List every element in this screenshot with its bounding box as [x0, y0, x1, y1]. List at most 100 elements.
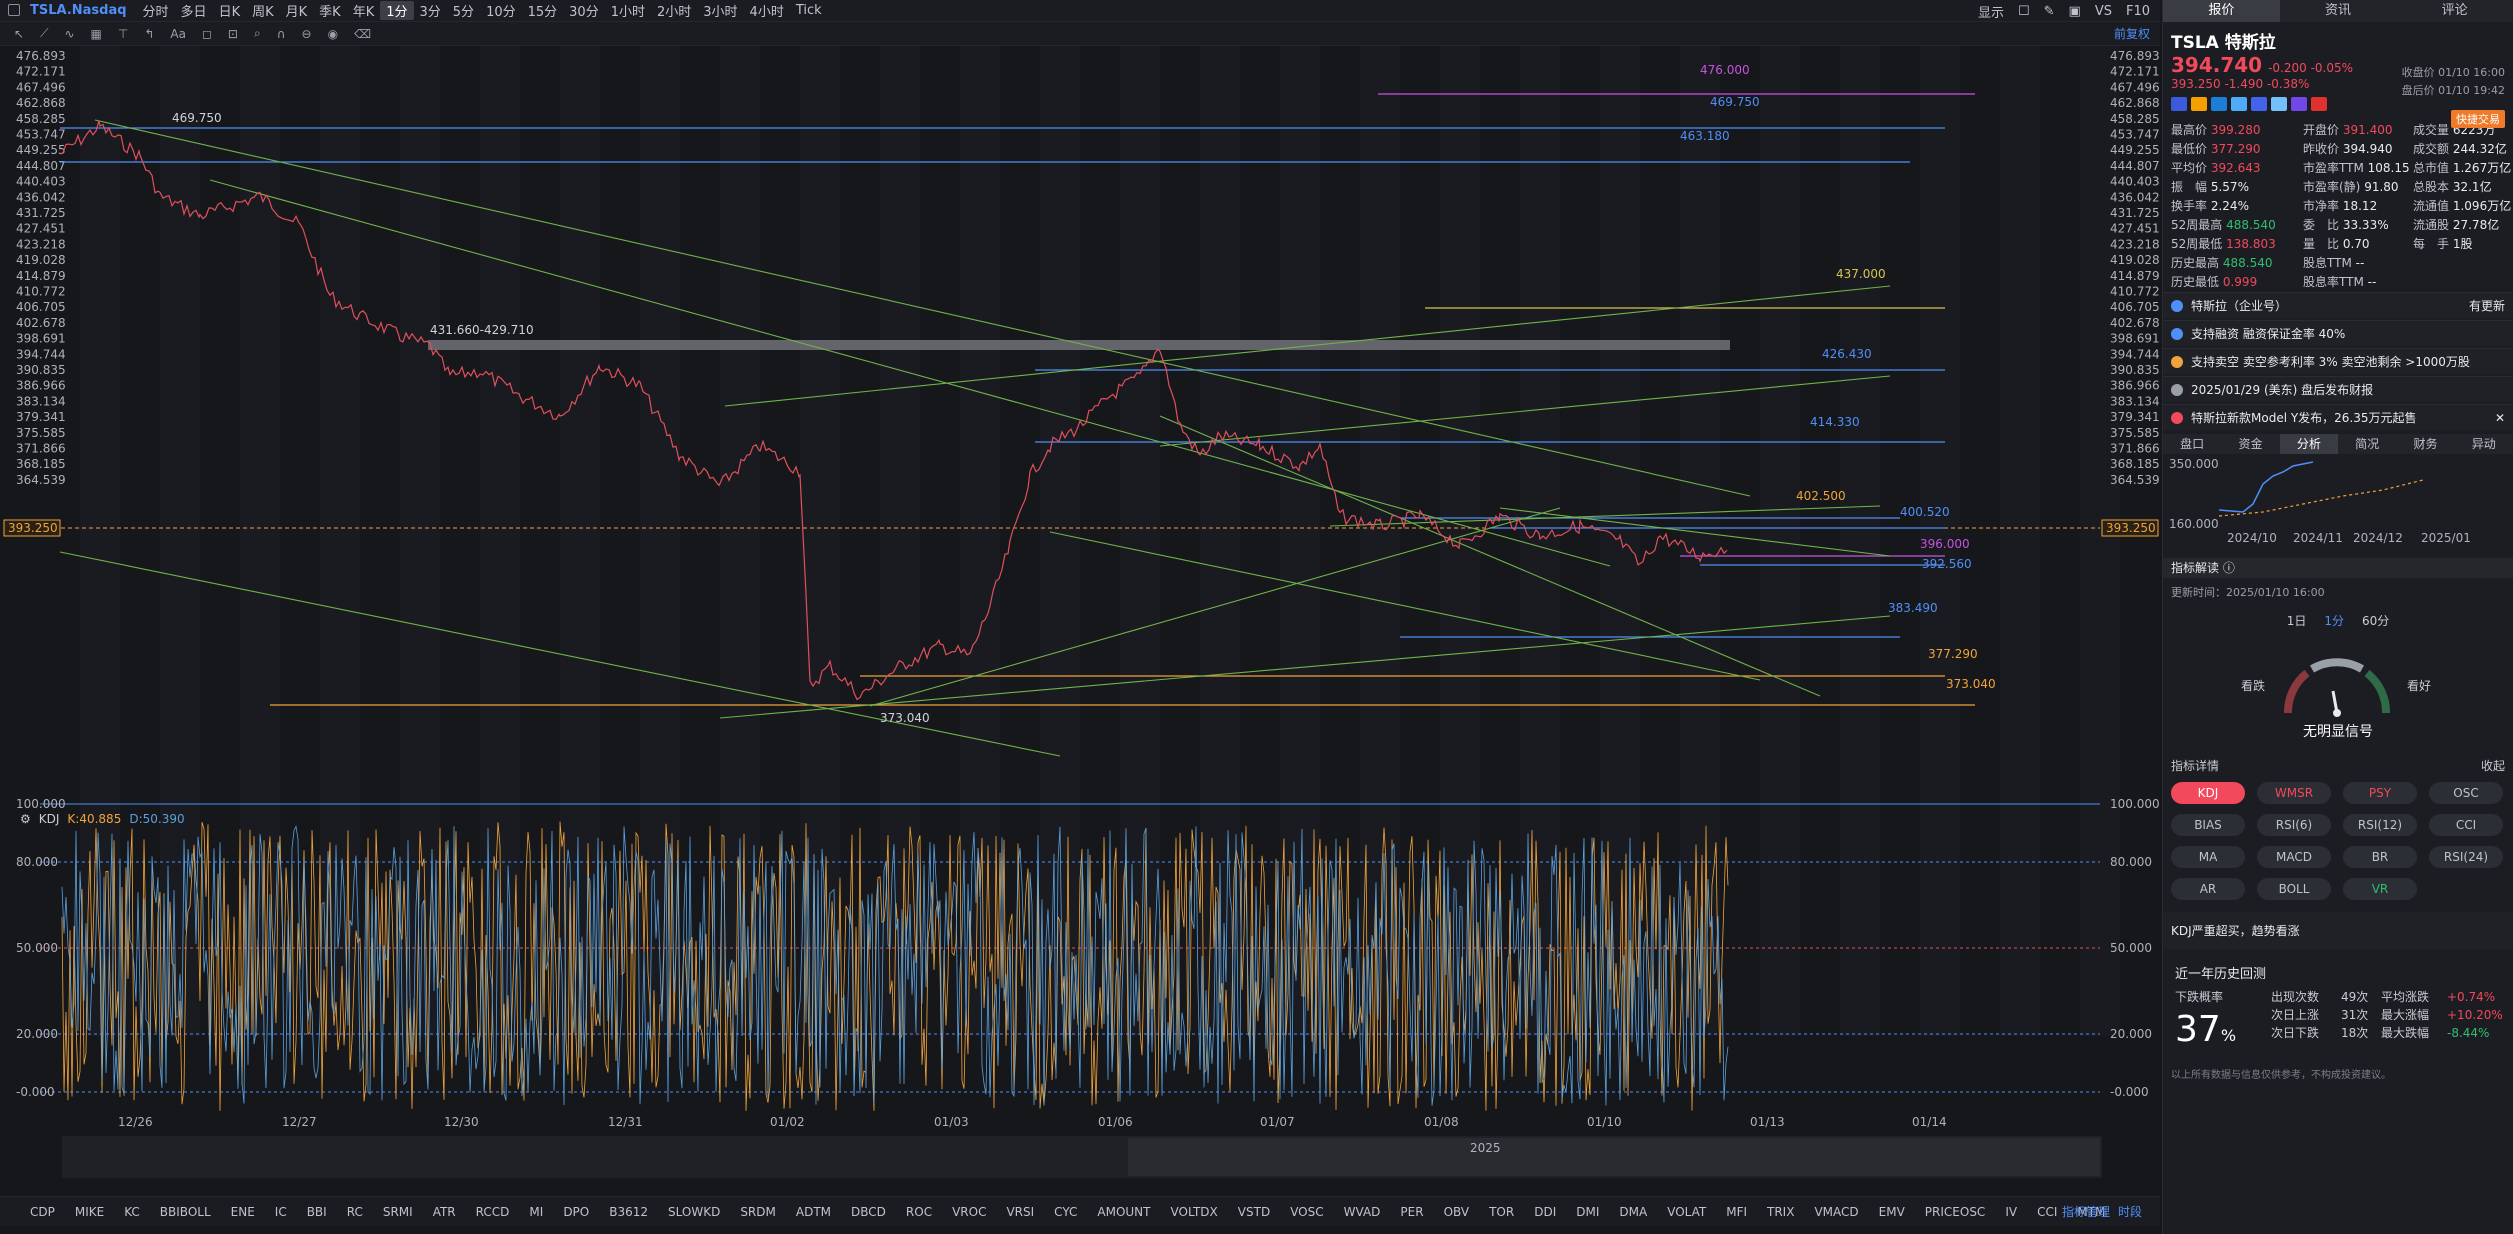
price-annotation[interactable]: 469.750	[172, 111, 222, 125]
info-line[interactable]: 支持卖空 卖空参考利率 3% 卖空池剩余 >1000万股	[2163, 348, 2513, 374]
price-annotation[interactable]: 476.000	[1700, 63, 1750, 77]
adjust-dropdown[interactable]: 前复权	[2114, 25, 2150, 42]
tab-quote[interactable]: 报价	[2163, 0, 2280, 22]
indicator-roc[interactable]: ROC	[896, 1205, 942, 1219]
indicator-cdp[interactable]: CDP	[20, 1205, 65, 1219]
magnet-icon[interactable]: ∩	[277, 27, 286, 41]
tf-intraday[interactable]: 分时	[137, 1, 175, 20]
tf-30min[interactable]: 30分	[563, 1, 605, 20]
indicator-ic[interactable]: IC	[265, 1205, 297, 1219]
indicator-button-macd[interactable]: MACD	[2257, 846, 2331, 868]
price-annotation[interactable]: 431.660-429.710	[430, 323, 534, 337]
indicator-dmi[interactable]: DMI	[1566, 1205, 1609, 1219]
indicator-adtm[interactable]: ADTM	[786, 1205, 841, 1219]
tf-3h[interactable]: 3小时	[697, 1, 743, 20]
tf-10min[interactable]: 10分	[480, 1, 522, 20]
chart-area[interactable]: 476.893 476.893 472.171 472.171 467.496 467.4…	[0, 46, 2160, 1184]
tf-tick[interactable]: Tick	[790, 3, 828, 18]
price-annotation[interactable]: 426.430	[1822, 347, 1872, 361]
camera-icon[interactable]: ▣	[2069, 4, 2081, 19]
arrow-tool-icon[interactable]: ↰	[144, 27, 154, 41]
indicator-bbiboll[interactable]: BBIBOLL	[150, 1205, 221, 1219]
indicator-mfi[interactable]: MFI	[1716, 1205, 1757, 1219]
indicator-button-kdj[interactable]: KDJ	[2171, 782, 2245, 804]
grid-tool-icon[interactable]: ▦	[91, 27, 102, 41]
indicator-ddi[interactable]: DDI	[1524, 1205, 1566, 1219]
info-line[interactable]: 特斯拉（企业号） 有更新	[2163, 292, 2513, 318]
indicator-cyc[interactable]: CYC	[1044, 1205, 1087, 1219]
indicator-srmi[interactable]: SRMI	[373, 1205, 423, 1219]
tf-5min[interactable]: 5分	[447, 1, 480, 20]
subtab[interactable]: 简况	[2338, 434, 2396, 454]
comment-icon[interactable]: ◻	[202, 27, 212, 41]
info-line[interactable]: 特斯拉新款Model Y发布，26.35万元起售 ✕	[2163, 404, 2513, 430]
tf-multiday[interactable]: 多日	[175, 1, 213, 20]
indicator-priceosc[interactable]: PRICEOSC	[1915, 1205, 1996, 1219]
indicator-dbcd[interactable]: DBCD	[841, 1205, 896, 1219]
subtab[interactable]: 盘口	[2163, 434, 2221, 454]
indicator-dma[interactable]: DMA	[1609, 1205, 1657, 1219]
tf-quarter[interactable]: 季K	[313, 1, 347, 20]
indicator-slowkd[interactable]: SLOWKD	[658, 1205, 730, 1219]
price-annotation[interactable]: 469.750	[1710, 95, 1760, 109]
price-annotation[interactable]: 396.000	[1920, 537, 1970, 551]
trash-icon[interactable]: ⌫	[354, 27, 371, 41]
indicator-bbi[interactable]: BBI	[297, 1205, 337, 1219]
tf-1min[interactable]: 1分	[380, 1, 414, 20]
cursor-icon[interactable]: ↖	[14, 27, 24, 41]
line-tool-icon[interactable]: ⟋	[40, 26, 48, 41]
price-annotation[interactable]: 463.180	[1680, 129, 1730, 143]
help-icon[interactable]: ⓘ	[2223, 561, 2235, 575]
indicator-vstd[interactable]: VSTD	[1228, 1205, 1280, 1219]
indicator-obv[interactable]: OBV	[1434, 1205, 1480, 1219]
tf-day[interactable]: 日K	[213, 1, 247, 20]
indicator-ene[interactable]: ENE	[221, 1205, 265, 1219]
subtab[interactable]: 异动	[2455, 434, 2513, 454]
indicator-button-br[interactable]: BR	[2343, 846, 2417, 868]
tf-15min[interactable]: 15分	[522, 1, 564, 20]
collapse-button[interactable]: 收起	[2481, 757, 2505, 774]
indicator-dpo[interactable]: DPO	[553, 1205, 599, 1219]
tf-year[interactable]: 年K	[347, 1, 381, 20]
price-annotation[interactable]: 414.330	[1810, 415, 1860, 429]
indicator-button-vr[interactable]: VR	[2343, 878, 2417, 900]
tab-comments[interactable]: 评论	[2396, 0, 2513, 22]
indicator-mi[interactable]: MI	[519, 1205, 553, 1219]
indicator-button-wmsr[interactable]: WMSR	[2257, 782, 2331, 804]
indicator-per[interactable]: PER	[1390, 1205, 1433, 1219]
timeline-window[interactable]	[1128, 1138, 2100, 1176]
session-button[interactable]: 时段	[2108, 1203, 2152, 1220]
indicator-iv[interactable]: IV	[1995, 1205, 2027, 1219]
tab-news[interactable]: 资讯	[2280, 0, 2397, 22]
chart-canvas[interactable]: 476.893 476.893472.171 472.171467.496 467.4…	[0, 46, 2160, 1184]
indicator-amount[interactable]: AMOUNT	[1087, 1205, 1160, 1219]
subtab[interactable]: 分析	[2279, 434, 2338, 454]
f10-button[interactable]: F10	[2126, 4, 2150, 19]
info-line[interactable]: 2025/01/29 (美东) 盘后发布财报	[2163, 376, 2513, 402]
indicator-mike[interactable]: MIKE	[65, 1205, 114, 1219]
tf-week[interactable]: 周K	[246, 1, 280, 20]
indicator-rc[interactable]: RC	[337, 1205, 373, 1219]
fib-tool-icon[interactable]: ⊤	[118, 27, 128, 41]
tf-1h[interactable]: 1小时	[605, 1, 651, 20]
indicator-button-ar[interactable]: AR	[2171, 878, 2245, 900]
indicator-button-ma[interactable]: MA	[2171, 846, 2245, 868]
price-annotation[interactable]: 437.000	[1836, 267, 1886, 281]
indicator-b3612[interactable]: B3612	[599, 1205, 658, 1219]
indicator-srdm[interactable]: SRDM	[730, 1205, 786, 1219]
lock-icon[interactable]: ⊖	[302, 27, 312, 41]
price-annotation[interactable]: 383.490	[1888, 601, 1938, 615]
indicator-vrsi[interactable]: VRSI	[996, 1205, 1044, 1219]
indicator-button-psy[interactable]: PSY	[2343, 782, 2417, 804]
tf-2h[interactable]: 2小时	[651, 1, 697, 20]
price-annotation[interactable]: 392.560	[1922, 557, 1972, 571]
close-icon[interactable]: ✕	[2495, 411, 2505, 425]
symbol-label[interactable]: TSLA.Nasdaq	[0, 3, 137, 18]
period-1d[interactable]: 1日	[2287, 612, 2307, 629]
wave-tool-icon[interactable]: ∿	[64, 27, 74, 41]
settings-icon[interactable]: ⚙	[20, 812, 31, 826]
price-annotation[interactable]: 377.290	[1928, 647, 1978, 661]
checkbox-icon[interactable]: ☐	[2018, 4, 2030, 19]
indicator-volat[interactable]: VOLAT	[1657, 1205, 1716, 1219]
measure-icon[interactable]: ⊡	[228, 27, 238, 41]
